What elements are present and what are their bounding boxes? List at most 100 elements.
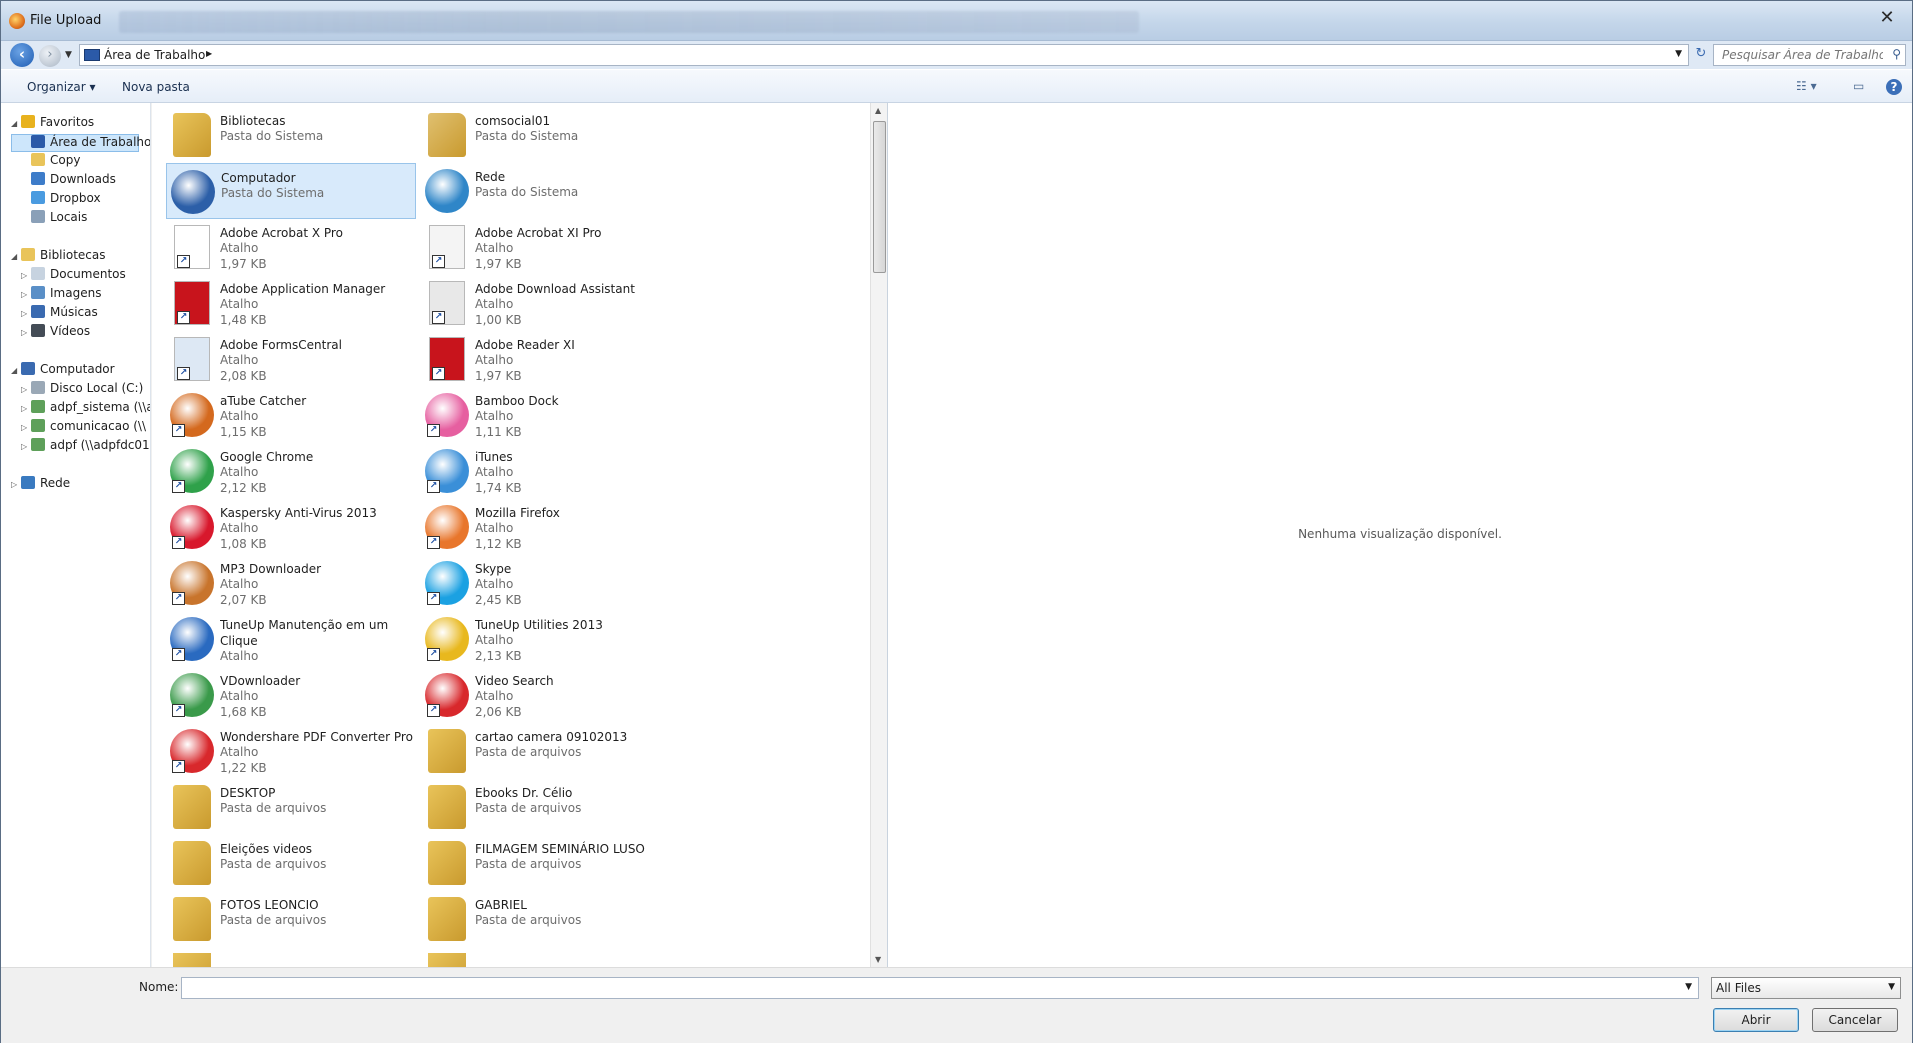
scroll-down-icon[interactable]: ▼ [875, 955, 881, 964]
nav-item[interactable]: ▷ adpf_sistema (\\a [21, 400, 150, 418]
cancel-button[interactable]: Cancelar [1812, 1008, 1898, 1032]
back-button[interactable]: ‹ [10, 43, 34, 67]
breadcrumb-desktop[interactable]: Área de Trabalho [104, 48, 205, 62]
file-item[interactable]: FILMAGEM SEMINÁRIO LUSO Pasta de arquivos [421, 835, 671, 891]
help-icon[interactable]: ? [1886, 79, 1902, 95]
change-view-icon[interactable]: ☷ ▾ [1796, 79, 1817, 95]
file-name-field[interactable]: ▼ [181, 977, 1699, 999]
expand-toggle-icon[interactable]: ▷ [21, 309, 31, 318]
file-item[interactable]: ↗ Adobe Application Manager Atalho 1,48 KB [166, 275, 416, 331]
nav-item[interactable]: ▷ Documentos [21, 267, 126, 285]
nav-item[interactable]: ◢ Favoritos [11, 115, 94, 133]
nav-item[interactable]: ▷ Músicas [21, 305, 98, 323]
nav-item[interactable]: ▷ comunicacao (\\ [21, 419, 146, 437]
nav-item-label: Imagens [50, 286, 102, 300]
expand-toggle-icon[interactable]: ▷ [21, 404, 31, 413]
nav-item[interactable]: ▷ Imagens [21, 286, 101, 304]
nav-item[interactable]: ▷ Disco Local (C:) [21, 381, 143, 399]
preview-pane-icon[interactable]: ▭ [1853, 79, 1864, 95]
file-item[interactable]: comsocial01 Pasta do Sistema [421, 107, 671, 163]
chevron-down-icon[interactable]: ▼ [1685, 982, 1692, 992]
file-item[interactable]: ↗ aTube Catcher Atalho 1,15 KB [166, 387, 416, 443]
search-input[interactable] [1720, 46, 1885, 64]
breadcrumb-chevron-icon[interactable]: ▶ [206, 49, 212, 58]
nav-item[interactable]: Dropbox [21, 191, 101, 209]
nav-item[interactable]: ◢ Computador [11, 362, 115, 380]
file-name: Mozilla Firefox [475, 506, 560, 520]
chevron-down-icon[interactable]: ▼ [1888, 982, 1895, 992]
scroll-up-icon[interactable]: ▲ [875, 106, 881, 115]
file-type: Pasta de arquivos [220, 801, 327, 815]
chevron-down-icon[interactable]: ▼ [1675, 49, 1682, 59]
expand-toggle-icon[interactable]: ▷ [21, 328, 31, 337]
nav-item[interactable]: ◢ Bibliotecas [11, 248, 105, 266]
file-item[interactable]: cartao camera 09102013 Pasta de arquivos [421, 723, 671, 779]
file-item[interactable]: FOTOS LEONCIO Pasta de arquivos [166, 891, 416, 947]
nav-item[interactable]: Área de Trabalho [11, 134, 150, 152]
expand-toggle-icon[interactable]: ▷ [21, 271, 31, 280]
expand-toggle-icon[interactable]: ◢ [11, 252, 21, 261]
scrollbar-thumb[interactable] [873, 121, 886, 273]
expand-toggle-icon[interactable]: ▷ [21, 290, 31, 299]
file-type-select[interactable]: All Files ▼ [1711, 977, 1901, 999]
firefox-app-icon [9, 13, 25, 29]
file-item[interactable]: ↗ MP3 Downloader Atalho 2,07 KB [166, 555, 416, 611]
network-icon [425, 169, 469, 213]
address-bar[interactable]: Área de Trabalho ▶ ▼ [79, 44, 1689, 66]
nav-item[interactable]: Locais [21, 210, 87, 228]
file-item[interactable]: ↗ Mozilla Firefox Atalho 1,12 KB [421, 499, 671, 555]
file-item[interactable]: Eleições videos Pasta de arquivos [166, 835, 416, 891]
refresh-icon[interactable]: ↻ [1691, 46, 1711, 66]
expand-toggle-icon[interactable]: ◢ [11, 119, 21, 128]
search-box[interactable]: ⚲ [1713, 44, 1906, 66]
file-item[interactable]: ↗ Adobe Download Assistant Atalho 1,00 KB [421, 275, 671, 331]
file-item[interactable]: Computador Pasta do Sistema [166, 163, 416, 219]
file-item[interactable]: ↗ iTunes Atalho 1,74 KB [421, 443, 671, 499]
file-item[interactable]: ↗ Adobe FormsCentral Atalho 2,08 KB [166, 331, 416, 387]
nav-item[interactable]: ▷ adpf (\\adpfdc01 [21, 438, 150, 456]
file-item[interactable]: ↗ Bamboo Dock Atalho 1,11 KB [421, 387, 671, 443]
file-item-partial[interactable] [166, 947, 416, 967]
file-item[interactable]: ↗ Adobe Acrobat X Pro Atalho 1,97 KB [166, 219, 416, 275]
open-button[interactable]: Abrir [1713, 1008, 1799, 1032]
nav-item[interactable]: ▷ Vídeos [21, 324, 90, 342]
search-icon[interactable]: ⚲ [1892, 47, 1901, 61]
nav-item-label: Copy [50, 153, 81, 167]
file-name: Bamboo Dock [475, 394, 559, 408]
file-item[interactable]: ↗ Adobe Acrobat XI Pro Atalho 1,97 KB [421, 219, 671, 275]
file-item[interactable]: Bibliotecas Pasta do Sistema [166, 107, 416, 163]
file-item[interactable]: ↗ Skype Atalho 2,45 KB [421, 555, 671, 611]
file-item[interactable]: ↗ Adobe Reader XI Atalho 1,97 KB [421, 331, 671, 387]
nav-item[interactable]: Downloads [21, 172, 116, 190]
recent-locations-dropdown[interactable]: ▼ [65, 50, 72, 60]
file-type: Atalho [475, 689, 514, 703]
file-item[interactable]: Rede Pasta do Sistema [421, 163, 671, 219]
file-item[interactable]: ↗ VDownloader Atalho 1,68 KB [166, 667, 416, 723]
file-item-partial[interactable] [421, 947, 671, 967]
file-item[interactable]: Ebooks Dr. Célio Pasta de arquivos [421, 779, 671, 835]
file-list-scrollbar[interactable]: ▲ ▼ [870, 103, 887, 967]
file-item[interactable]: ↗ Wondershare PDF Converter Pro Atalho 1,22… [166, 723, 416, 779]
folder-icon [428, 785, 466, 829]
file-item[interactable]: GABRIEL Pasta de arquivos [421, 891, 671, 947]
music-icon [31, 305, 45, 318]
forward-button[interactable]: › [39, 45, 61, 67]
close-icon[interactable]: ✕ [1868, 7, 1906, 29]
nav-item[interactable]: ▷ Rede [11, 476, 70, 494]
expand-toggle-icon[interactable]: ▷ [21, 442, 31, 451]
file-size: 1,22 KB [220, 761, 267, 775]
expand-toggle-icon[interactable]: ▷ [11, 480, 21, 489]
file-item[interactable]: ↗ Kaspersky Anti-Virus 2013 Atalho 1,08 KB [166, 499, 416, 555]
file-item[interactable]: ↗ TuneUp Manutenção em um Clique Atalho [166, 611, 416, 667]
file-item[interactable]: ↗ Video Search Atalho 2,06 KB [421, 667, 671, 723]
organize-button[interactable]: Organizar ▾ [27, 80, 96, 94]
file-type-value[interactable]: All Files [1716, 981, 1761, 995]
file-item[interactable]: ↗ Google Chrome Atalho 2,12 KB [166, 443, 416, 499]
file-item[interactable]: DESKTOP Pasta de arquivos [166, 779, 416, 835]
nav-item[interactable]: Copy [21, 153, 80, 171]
expand-toggle-icon[interactable]: ▷ [21, 423, 31, 432]
expand-toggle-icon[interactable]: ▷ [21, 385, 31, 394]
file-item[interactable]: ↗ TuneUp Utilities 2013 Atalho 2,13 KB [421, 611, 671, 667]
new-folder-button[interactable]: Nova pasta [122, 80, 190, 94]
expand-toggle-icon[interactable]: ◢ [11, 366, 21, 375]
